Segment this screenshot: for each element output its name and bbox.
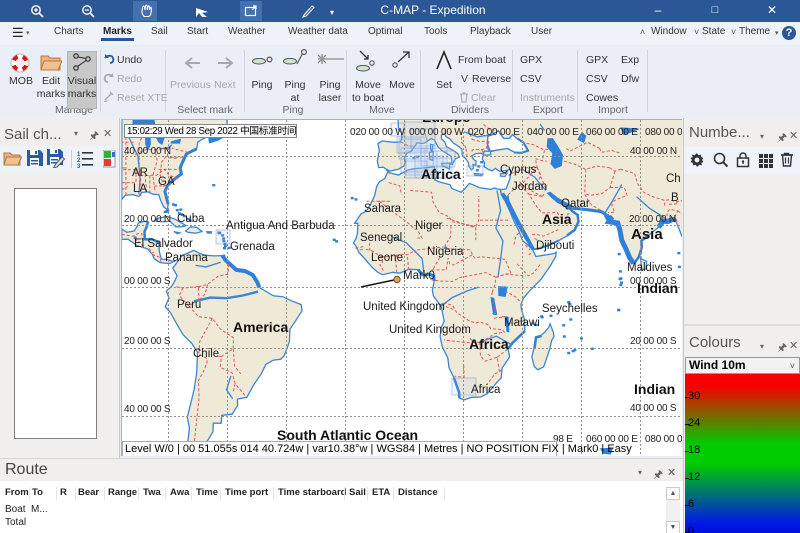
svg-text:3: 3 xyxy=(77,164,81,168)
